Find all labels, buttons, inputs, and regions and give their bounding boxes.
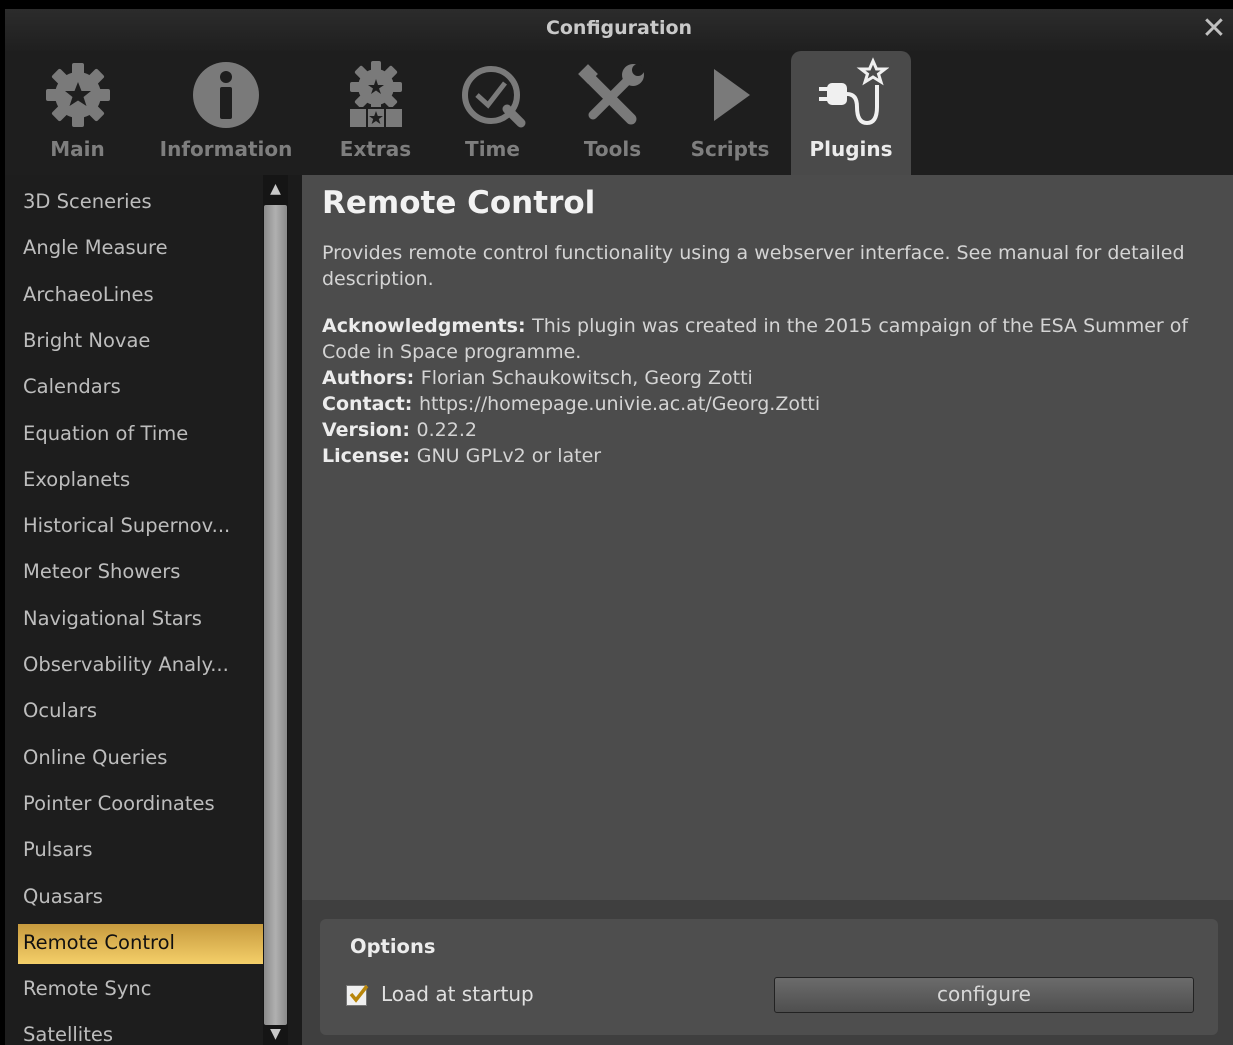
plugin-list-item[interactable]: Exoplanets — [18, 461, 263, 501]
tab-tools[interactable]: Tools — [565, 51, 660, 175]
configure-button[interactable]: configure — [774, 977, 1194, 1013]
tab-scripts[interactable]: Scripts — [680, 51, 780, 175]
version-row: Version: 0.22.2 — [322, 419, 477, 441]
plugin-description: Provides remote control functionality us… — [322, 242, 1185, 290]
version-label: Version — [322, 419, 403, 441]
plugin-sidebar: 3D Sceneries Angle Measure ArchaeoLines Bri… — [5, 175, 288, 1045]
plugin-title: Remote Control — [322, 185, 596, 221]
load-at-startup-label[interactable]: Load at startup — [381, 982, 534, 1006]
plugin-list-item[interactable]: ArchaeoLines — [18, 276, 263, 316]
tab-label: Time — [465, 137, 520, 161]
acknowledgments-row: Acknowledgments: This plugin was created… — [322, 315, 1189, 363]
options-group: Options Load at startup configure — [320, 919, 1218, 1035]
tab-main[interactable]: Main — [25, 51, 130, 175]
title-bar[interactable]: Configuration ✕ — [5, 9, 1233, 51]
plugin-list-item[interactable]: Observability Analy... — [18, 646, 263, 686]
license-label: License — [322, 445, 403, 467]
plugin-list-item[interactable]: Calendars — [18, 368, 263, 408]
tab-label: Tools — [583, 137, 642, 161]
authors-label: Authors — [322, 367, 407, 389]
plugin-list-item[interactable]: Oculars — [18, 692, 263, 732]
tab-label: Main — [50, 137, 105, 161]
license-row: License: GNU GPLv2 or later — [322, 445, 602, 467]
plugin-list-item[interactable]: Pointer Coordinates — [18, 785, 263, 825]
tools-icon — [575, 57, 651, 133]
plugin-list-item[interactable]: Equation of Time — [18, 415, 263, 455]
options-area: Options Load at startup configure — [302, 900, 1233, 1045]
plugin-metadata: Acknowledgments: This plugin was created… — [322, 313, 1222, 469]
tab-label: Extras — [339, 137, 412, 161]
tab-label: Information — [159, 137, 293, 161]
tab-time[interactable]: Time — [445, 51, 540, 175]
authors-value: Florian Schaukowitsch, Georg Zotti — [420, 367, 753, 389]
tab-bar: Main Information Extras Time Tools Scrip… — [5, 51, 1233, 175]
configuration-window: Configuration ✕ Main Information Extras … — [5, 9, 1233, 1045]
plugin-list-item[interactable]: Angle Measure — [18, 229, 263, 269]
plugin-list-item[interactable]: Navigational Stars — [18, 600, 263, 640]
checkmark-icon — [349, 984, 369, 1003]
version-value: 0.22.2 — [416, 419, 477, 441]
scroll-up-icon[interactable]: ▲ — [263, 175, 288, 205]
plugin-icon — [813, 57, 889, 133]
contact-label: Contact — [322, 393, 405, 415]
options-title: Options — [350, 935, 436, 958]
load-at-startup-checkbox[interactable] — [346, 984, 369, 1006]
clock-icon — [455, 57, 531, 133]
info-icon — [188, 57, 264, 133]
license-value: GNU GPLv2 or later — [416, 445, 602, 467]
plugin-list-item[interactable]: Pulsars — [18, 831, 263, 871]
plugin-list-item[interactable]: Remote Sync — [18, 970, 263, 1010]
plugin-list-item[interactable]: Satellites — [18, 1016, 263, 1045]
extras-icon — [338, 57, 414, 133]
authors-row: Authors: Florian Schaukowitsch, Georg Zo… — [322, 367, 753, 389]
tab-information[interactable]: Information — [153, 51, 299, 175]
plugin-list-item[interactable]: Online Queries — [18, 739, 263, 779]
gear-icon — [40, 57, 116, 133]
plugin-detail-panel: Remote Control Provides remote control f… — [302, 175, 1233, 900]
tab-extras[interactable]: Extras — [323, 51, 428, 175]
close-icon[interactable]: ✕ — [1199, 12, 1229, 46]
plugin-list: 3D Sceneries Angle Measure ArchaeoLines Bri… — [5, 175, 263, 1045]
plugin-list-item[interactable]: 3D Sceneries — [18, 183, 263, 223]
plugin-list-item[interactable]: Remote Control — [18, 923, 263, 964]
tab-label: Scripts — [690, 137, 770, 161]
tab-plugins[interactable]: Plugins — [791, 51, 911, 175]
play-icon — [692, 57, 768, 133]
plugin-list-item[interactable]: Historical Supernov... — [18, 507, 263, 547]
contact-row: Contact: https://homepage.univie.ac.at/G… — [322, 393, 821, 415]
scroll-thumb[interactable] — [264, 205, 287, 1025]
plugin-list-item[interactable]: Quasars — [18, 878, 263, 918]
window-title: Configuration — [545, 17, 693, 39]
plugin-list-item[interactable]: Meteor Showers — [18, 553, 263, 593]
acknowledgments-label: Acknowledgments — [322, 315, 518, 337]
scroll-down-icon[interactable]: ▼ — [263, 1023, 288, 1045]
plugin-list-scrollbar[interactable]: ▲ ▼ — [263, 175, 288, 1045]
plugin-list-item[interactable]: Bright Novae — [18, 322, 263, 362]
tab-label: Plugins — [809, 137, 893, 161]
contact-value[interactable]: https://homepage.univie.ac.at/Georg.Zott… — [419, 393, 820, 415]
